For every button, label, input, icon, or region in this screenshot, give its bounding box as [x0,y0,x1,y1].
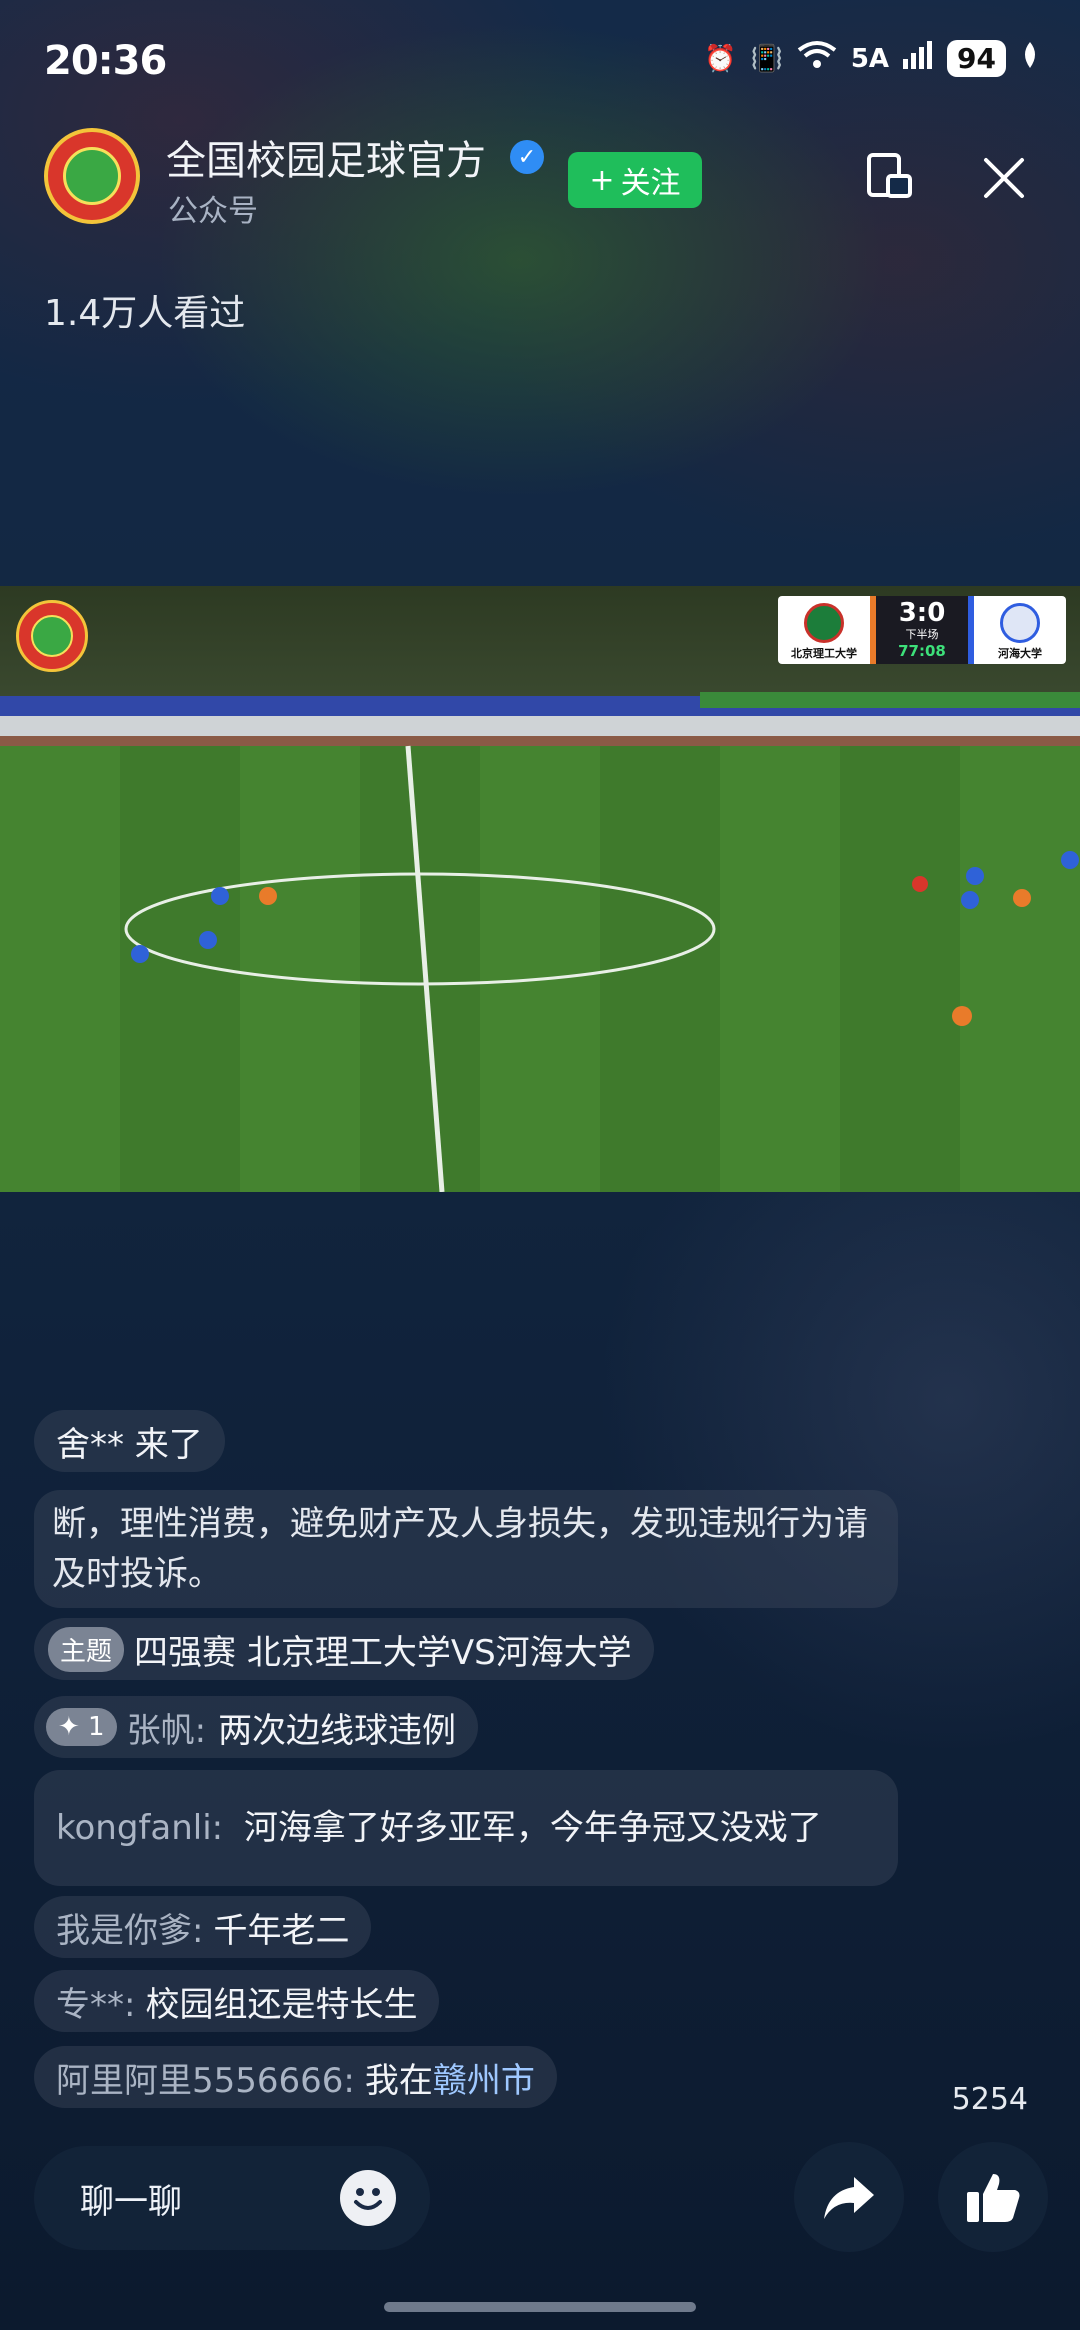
football-logo-icon [63,147,121,205]
video-player[interactable] [0,586,1080,1192]
chat-message: 舍** 来了 [34,1410,225,1472]
chat-text: 两次边线球违例 [218,1710,457,1751]
thumbs-up-icon [967,2174,1020,2222]
status-time: 20:36 [44,38,167,84]
scoreboard: 北京理工大学 3:0 下半场 77:08 河海大学 [778,596,1066,664]
chat-text: 河海拿了好多亚军，今年争冠又没戏了 [243,1808,822,1848]
match-scene [0,586,1080,1192]
battery-indicator: 94 [947,40,1006,77]
chat-input-placeholder: 聊一聊 [80,2181,182,2222]
alarm-icon: ⏰ [704,43,737,74]
chat-message: 专**: 校园组还是特长生 [34,1970,440,2032]
chat-user[interactable]: 专**: [56,1977,135,2026]
chat-topic: 主题 四强赛 北京理工大学VS河海大学 [34,1618,654,1680]
leaf-icon [1020,40,1040,77]
verified-icon: ✓ [510,140,544,174]
wifi-icon [797,40,837,77]
chat-message: 我是你爹: 千年老二 [34,1896,372,1958]
level-badge: ✦ 1 [46,1708,117,1746]
away-crest-icon [1000,603,1040,643]
chat-text: 校园组还是特长生 [145,1984,418,2025]
chat-text: 四强赛 北京理工大学VS河海大学 [134,1632,632,1673]
chat-text: 千年老二 [213,1910,350,1951]
share-button[interactable] [794,2142,904,2252]
pip-icon[interactable] [866,152,914,200]
signal-icon [903,41,933,76]
chat-user[interactable]: 我是你爹: [56,1903,203,1952]
account-name[interactable]: 全国校园足球官方 [166,128,486,186]
account-type: 公众号 [168,194,258,229]
period: 下半场 [905,628,939,641]
share-icon [824,2177,874,2219]
close-icon[interactable] [978,152,1030,204]
home-crest-icon [804,603,844,643]
match-clock: 77:08 [898,642,946,660]
score: 3:0 [898,598,946,628]
vibrate-icon: 📳 [750,43,783,74]
score-panel: 3:0 下半场 77:08 [870,596,974,664]
home-indicator[interactable] [384,2302,696,2312]
plus-icon: + [589,162,615,198]
chat-user[interactable]: kongfanli: [56,1808,223,1848]
network-label: 5A [850,43,890,74]
chat-input[interactable]: 聊一聊 [34,2146,430,2250]
home-team-name: 北京理工大学 [791,647,857,660]
broadcast-logo-icon [16,600,88,672]
account-avatar[interactable] [44,128,140,224]
status-icons: ⏰ 📳 5A 94 [704,40,1040,77]
topic-tag: 主题 [48,1626,125,1672]
chat-user[interactable]: 张帆: [127,1703,206,1752]
chat-message: ✦ 1 张帆: 两次边线球违例 [34,1696,479,1758]
chat-message: 阿里阿里5556666: 我在 赣州市 [34,2046,557,2108]
chat-notice: 断，理性消费，避免财产及人身损失，发现违规行为请及时投诉。 [34,1490,898,1608]
follow-button[interactable]: + 关注 [568,152,702,208]
location-link[interactable]: 赣州市 [433,2053,535,2102]
viewer-count: 1.4万人看过 [44,293,246,334]
emoji-icon[interactable] [340,2170,396,2226]
like-button[interactable] [938,2142,1048,2252]
chat-text: 舍** 来了 [56,1424,203,1465]
home-team: 北京理工大学 [778,596,870,664]
away-team-name: 河海大学 [998,647,1042,660]
follow-label: 关注 [620,166,681,201]
chat-message: kongfanli: 河海拿了好多亚军，今年争冠又没戏了 [34,1770,898,1886]
chat-text: 我在 [364,2060,433,2101]
away-team: 河海大学 [974,596,1066,664]
chat-user[interactable]: 阿里阿里5556666: [56,2053,355,2102]
likes-count: 5254 [951,2082,1028,2117]
chat-text: 断，理性消费，避免财产及人身损失，发现违规行为请及时投诉。 [52,1504,868,1594]
